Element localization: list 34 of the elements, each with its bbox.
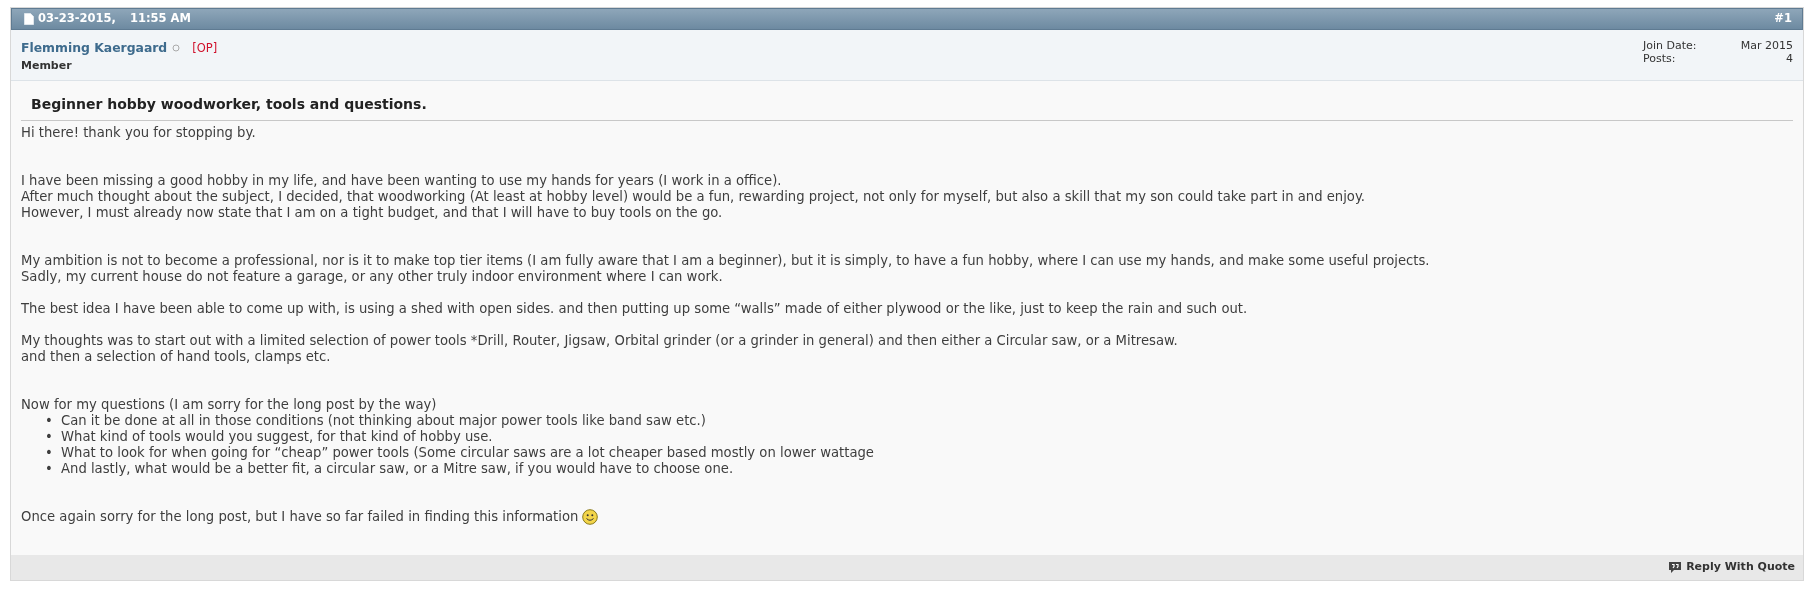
post-text: and then a selection of hand tools, clamps etc.	[21, 349, 332, 366]
bullet: •	[45, 461, 54, 478]
post-text: My thoughts was to start out with a limited selection of power tools *Drill, Router, Jigsaw, Orbital grinder (or a grinder in general) and then either a Circular saw, or a Mitresaw.	[21, 333, 1179, 350]
list-item: And lastly, what would be a better fit, a circular saw, or a Mitre saw, if you would have to choose one.	[61, 461, 734, 478]
list-item: What to look for when going for “cheap” power tools (Some circular saws are a lot cheaper based mostly on lower wattage	[61, 445, 874, 462]
smiley-icon	[582, 509, 599, 526]
post-text: However, I must already now state that I am on a tight budget, and that I will have to buy tools on the go.	[21, 205, 724, 222]
post-text: Sadly, my current house do not feature a garage, or any other truly indoor environment where I can work.	[21, 269, 724, 286]
post-time: 11:55 AM	[129, 10, 191, 28]
document-icon	[24, 13, 34, 25]
stat-value: 4	[1786, 52, 1793, 65]
username-link[interactable]: Flemming Kaergaard	[21, 39, 168, 58]
post-text: Once again sorry for the long post, but I have so far failed in finding this information	[21, 509, 579, 526]
quote-bubble-icon	[1668, 561, 1683, 575]
stat-label: Join Date:	[1643, 39, 1697, 52]
bullet: •	[45, 445, 54, 462]
post-date: 03-23-2015,	[38, 10, 116, 28]
bullet: •	[45, 413, 54, 430]
stat-value: Mar 2015	[1740, 39, 1793, 52]
reply-with-quote-link[interactable]: Reply With Quote	[1668, 559, 1795, 576]
post-text: I have been missing a good hobby in my life, and have been wanting to use my hands for years (I work in a office).	[21, 173, 783, 190]
list-item: Can it be done at all in those conditions (not thinking about major power tools like band saw etc.)	[61, 413, 706, 430]
post-number-link[interactable]: #1	[1774, 10, 1792, 28]
op-tag: [OP]	[192, 39, 218, 57]
user-rank: Member	[21, 57, 73, 74]
post-title: Beginner hobby woodworker, tools and questions.	[21, 94, 1793, 122]
post-text: Hi there! thank you for stopping by.	[21, 125, 257, 142]
post-text: After much thought about the subject, I decided, that woodworking (At least at hobby level) would be a fun, rewarding project, not only for myself, but also a skill that my son could take part in and enjoy.	[21, 189, 1367, 206]
post-text: Now for my questions (I am sorry for the long post by the way)	[21, 397, 438, 414]
list-item: What kind of tools would you suggest, for that kind of hobby use.	[61, 429, 493, 446]
post-text: The best idea I have been able to come up with, is using a shed with open sides. and then putting up some “walls” made of either plywood or the like, just to keep the rain and such out.	[21, 301, 1249, 318]
stat-label: Posts:	[1643, 52, 1676, 65]
bullet: •	[45, 429, 54, 446]
post-text: My ambition is not to become a professional, nor is it to make top tier items (I am fully aware that I am a beginner), but it is simply, to have a fun hobby, where I can use my hands, and make some useful projects.	[21, 253, 1431, 270]
